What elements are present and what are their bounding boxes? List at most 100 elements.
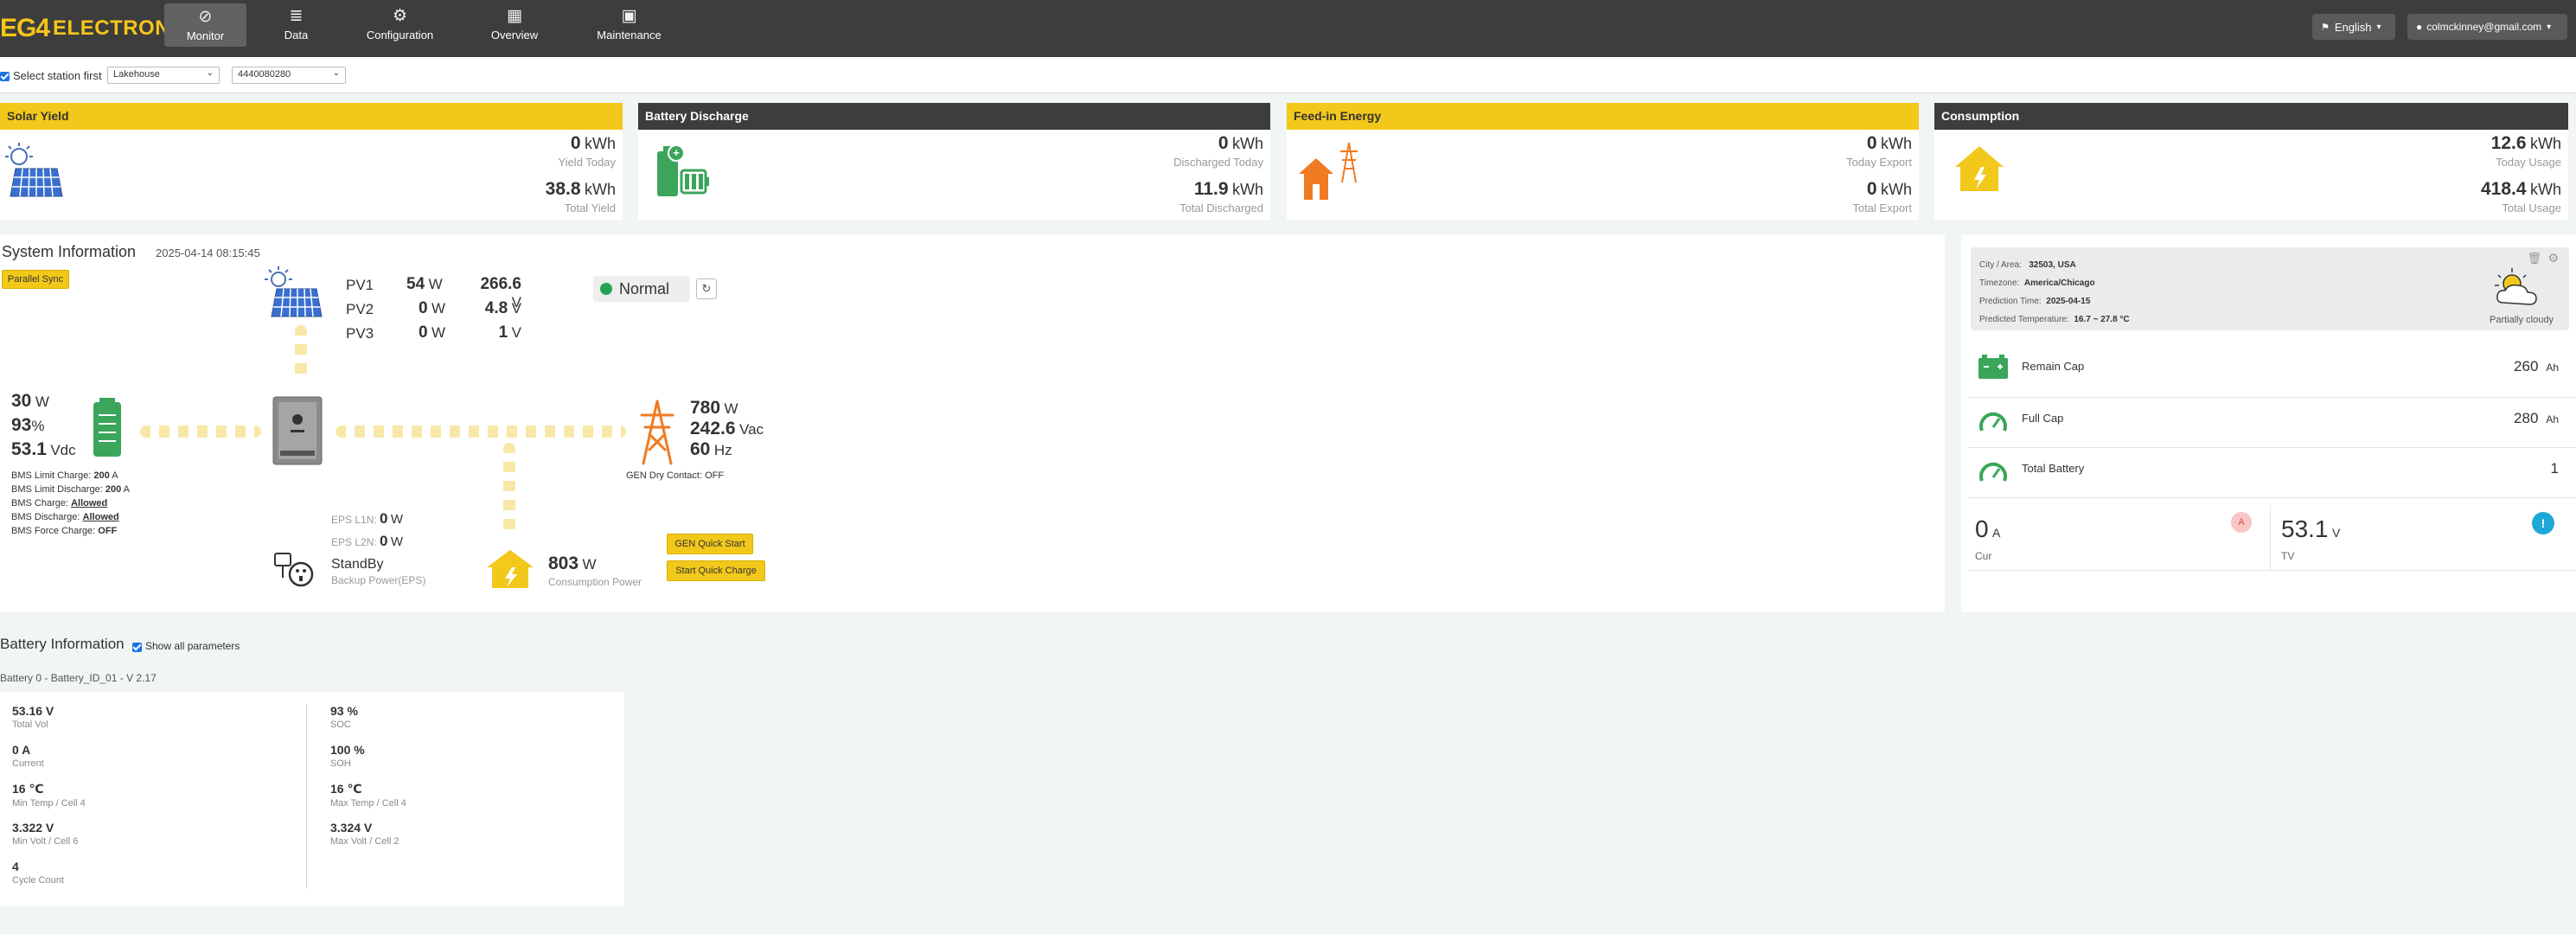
- remain-cap-unit: Ah: [2546, 361, 2559, 374]
- grid-voltage: 242.6 Vac: [690, 419, 764, 439]
- nav-maintenance-label: Maintenance: [597, 28, 662, 42]
- logo-mark: EG4: [0, 14, 50, 42]
- system-timestamp: 2025-04-14 08:15:45: [156, 246, 260, 259]
- current-badge-icon: A: [2231, 512, 2252, 533]
- discharge-total: 11.9 kWh Total Discharged: [1179, 179, 1263, 214]
- solar-total: 38.8 kWh Total Yield: [546, 179, 616, 214]
- pv-watts-value: 0: [419, 323, 428, 342]
- total-voltage-value: 53.1: [2281, 515, 2329, 542]
- pv-row: PV3 0 W 1 V: [346, 322, 527, 346]
- start-quick-charge-button[interactable]: Start Quick Charge: [667, 560, 765, 581]
- pv-watts-unit: W: [428, 276, 443, 292]
- bms-limit-discharge: BMS Limit Discharge: 200 A: [11, 483, 130, 496]
- bms-force-charge: BMS Force Charge: OFF: [11, 524, 130, 538]
- nav-configuration[interactable]: ⚙ Configuration: [355, 0, 445, 48]
- grid-power-unit: W: [724, 400, 738, 417]
- battery-discharge-card: Battery Discharge + 0 kWh Discharged Tod…: [638, 103, 1270, 221]
- metric-label: Min Volt / Cell 6: [12, 836, 79, 847]
- user-email: colmckinney@gmail.com: [2426, 21, 2542, 33]
- metric-value: 3.324 V: [330, 821, 373, 835]
- weather-city: City / Area: 32503, USA: [1979, 256, 2130, 274]
- metric-label: Min Temp / Cell 4: [12, 798, 86, 809]
- eps-l2-value: 0: [380, 533, 388, 549]
- solar-today-unit: kWh: [585, 135, 616, 152]
- chevron-down-icon: ▾: [2547, 22, 2552, 32]
- gen-quick-start-button[interactable]: GEN Quick Start: [667, 534, 753, 554]
- gauge-icon: [1979, 462, 2007, 482]
- consumption-flow-line: [503, 443, 515, 538]
- metric-max-temp: 16 ℃ Max Temp / Cell 4: [330, 782, 607, 821]
- parallel-sync-button[interactable]: Parallel Sync: [2, 270, 69, 289]
- remain-cap-value: 260: [2514, 358, 2539, 374]
- consumption-today-unit: kWh: [2530, 135, 2561, 152]
- grid-power: 780 W: [690, 398, 738, 419]
- pv-volts-unit: V: [511, 300, 521, 317]
- nav-maintenance[interactable]: ▣ Maintenance: [588, 0, 670, 48]
- pv-watts-value: 0: [419, 299, 428, 317]
- nav-overview[interactable]: ▦ Overview: [480, 0, 549, 48]
- weather-prediction-time: Prediction Time: 2025-04-15: [1979, 292, 2130, 310]
- current-unit: A: [1992, 526, 2001, 540]
- discharge-today-value: 0: [1218, 133, 1229, 153]
- bms-value: Allowed: [82, 512, 119, 522]
- column-divider: [306, 704, 307, 889]
- bms-value: OFF: [98, 526, 118, 536]
- bms-label: BMS Limit Discharge:: [11, 484, 103, 495]
- battery-icon: [1978, 355, 2008, 379]
- select-station-checkbox[interactable]: [0, 72, 10, 81]
- station-dropdown[interactable]: Lakehouse ⌄: [107, 67, 220, 84]
- language-select[interactable]: ⚑ English ▾: [2312, 14, 2395, 40]
- full-cap-unit: Ah: [2546, 413, 2559, 425]
- battery-discharge-icon: +: [657, 144, 709, 196]
- station-dropdown-value: Lakehouse: [113, 69, 160, 80]
- nav-monitor[interactable]: ⊘ Monitor: [164, 3, 246, 47]
- weather-temperature: Predicted Temperature: 16.7 ~ 27.8 °C: [1979, 310, 2130, 329]
- grid-voltage-unit: Vac: [739, 421, 764, 438]
- serial-dropdown[interactable]: 4440080280 ⌄: [232, 67, 346, 84]
- pv-watts-unit: W: [431, 324, 446, 341]
- refresh-icon[interactable]: ↻: [696, 278, 717, 299]
- eps-l2-label: EPS L2N:: [331, 536, 377, 548]
- current-value: 0: [1975, 515, 1989, 542]
- temperature-label: Predicted Temperature:: [1979, 315, 2069, 324]
- city-value: 32503, USA: [2029, 260, 2076, 270]
- card-title: Battery Discharge: [638, 103, 1270, 130]
- battery-info-title: Battery Information: [0, 636, 125, 652]
- top-navbar: EG4 ELECTRONICS ⊘ Monitor ≣ Data ⚙ Confi…: [0, 0, 2576, 57]
- current-label: Cur: [1975, 550, 1992, 562]
- eps-l2-unit: W: [390, 534, 404, 549]
- feedin-total-label: Total Export: [1852, 202, 1912, 214]
- show-all-params-checkbox[interactable]: [132, 643, 142, 652]
- pv-volts: 1 V: [470, 323, 521, 342]
- consumption-today: 12.6 kWh Today Usage: [2491, 133, 2561, 169]
- solar-total-value: 38.8: [545, 179, 581, 199]
- gen-dry-contact: GEN Dry Contact: OFF: [626, 470, 725, 481]
- grid-icon: ▦: [507, 6, 522, 25]
- pv-volts-value: 266.6: [480, 275, 521, 293]
- metric-value: 16 ℃: [12, 782, 44, 796]
- grid-frequency: 60 Hz: [690, 439, 732, 460]
- battery-voltage: 53.1 Vdc: [11, 439, 76, 460]
- gear-icon[interactable]: ⚙: [2547, 251, 2559, 265]
- metric-total-vol: 53.16 V Total Vol: [12, 704, 289, 743]
- trash-icon[interactable]: 🗑: [2527, 252, 2541, 265]
- user-menu[interactable]: ● colmckinney@gmail.com ▾: [2407, 14, 2567, 40]
- serial-dropdown-value: 4440080280: [238, 69, 291, 80]
- gauge-icon: [1979, 412, 2007, 432]
- current-tile: 0 A Cur A: [1968, 505, 2271, 571]
- bms-charge: BMS Charge: Allowed: [11, 496, 130, 510]
- metric-value: 0 A: [12, 743, 31, 757]
- metric-cycle-count: 4 Cycle Count: [12, 860, 289, 899]
- chevron-down-icon: ▾: [2376, 22, 2381, 32]
- metric-label: Total Vol: [12, 720, 48, 730]
- eps-l1-label: EPS L1N:: [331, 514, 377, 526]
- total-voltage: 53.1 V: [2281, 515, 2340, 543]
- nav-data[interactable]: ≣ Data: [264, 0, 329, 48]
- discharge-total-unit: kWh: [1232, 181, 1263, 198]
- card-title: Consumption: [1934, 103, 2568, 130]
- pv-name: PV3: [346, 325, 374, 342]
- discharge-today-unit: kWh: [1232, 135, 1263, 152]
- battery-metrics-left: 53.16 V Total Vol 0 A Current 16 ℃ Min Temp…: [12, 704, 289, 899]
- battery-id: Battery 0 - Battery_ID_01 - V 2.17: [0, 672, 157, 684]
- house-power-icon: [1955, 146, 2004, 191]
